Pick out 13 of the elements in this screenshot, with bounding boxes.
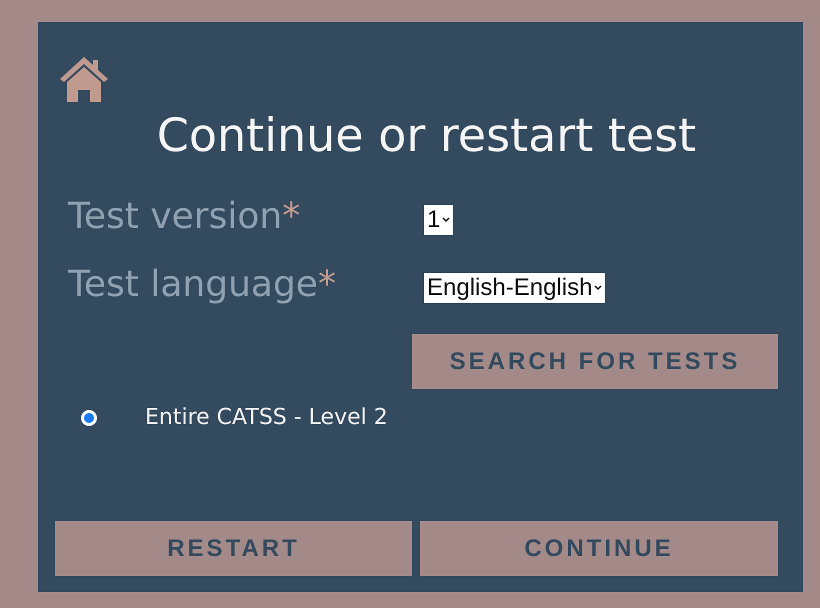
caret-icon xyxy=(442,217,450,223)
page-title: Continue or restart test xyxy=(156,108,698,162)
dropdown[interactable]: English-English xyxy=(424,273,606,303)
search-button[interactable]: SEARCH FOR TESTS xyxy=(412,334,778,389)
home-icon[interactable] xyxy=(58,54,110,104)
field-label: Test language* xyxy=(68,264,337,304)
continue-button[interactable]: CONTINUE xyxy=(420,521,778,576)
option-label: Entire CATSS - Level 2 xyxy=(145,405,388,430)
field-label: Test version* xyxy=(68,196,302,236)
caret-icon xyxy=(594,285,602,291)
restart-button[interactable]: RESTART xyxy=(55,521,412,576)
radio-button[interactable] xyxy=(81,410,97,426)
dropdown[interactable]: 1 xyxy=(424,205,454,235)
